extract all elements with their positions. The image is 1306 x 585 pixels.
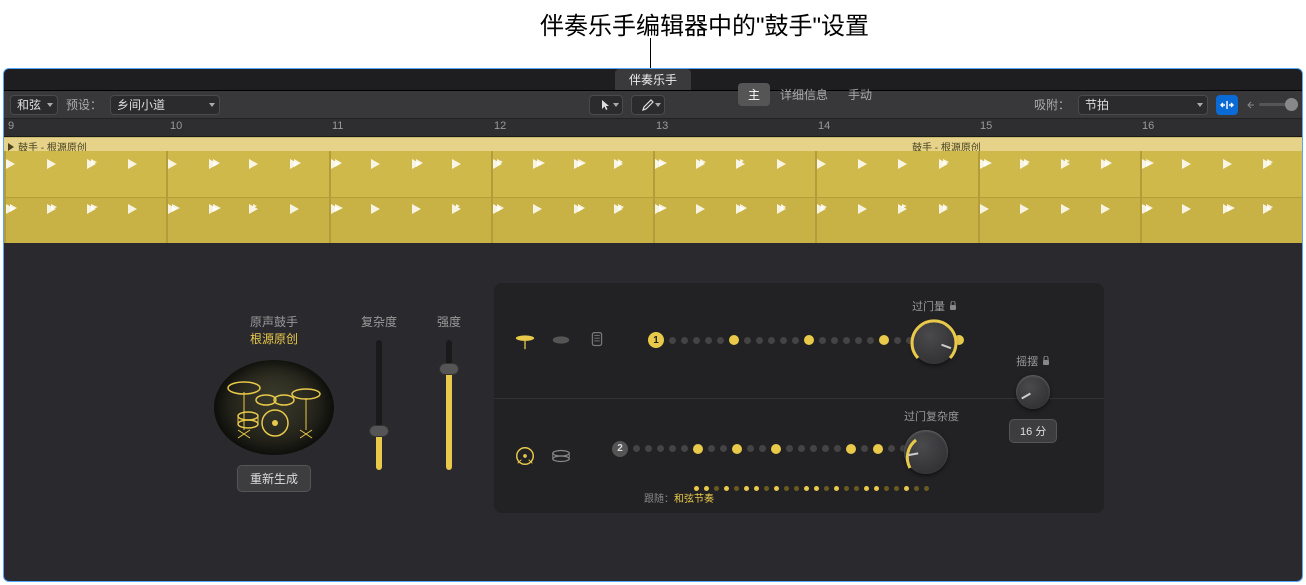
intensity-slider-label: 强度: [437, 313, 461, 330]
knob-arc: [908, 316, 960, 368]
drummer-region-top[interactable]: [4, 151, 1302, 197]
tab-main[interactable]: 主: [738, 83, 770, 106]
ruler-mark: 14: [818, 120, 830, 132]
editor-title-bar: 伴奏乐手: [4, 69, 1302, 91]
kit-section: 原声鼓手 根源原创: [214, 313, 484, 492]
region-play-icon: [8, 143, 14, 151]
complexity-slider-label: 复杂度: [361, 313, 397, 330]
ruler-mark: 9: [8, 120, 14, 132]
chevron-down-icon: [209, 103, 215, 107]
timeline-ruler[interactable]: 9 10 11 12 13 14 15 16: [4, 119, 1302, 137]
knob-indicator: [1021, 393, 1031, 400]
zoom-thumb[interactable]: [1285, 98, 1298, 111]
toolbar: 和弦 预设： 乡间小道 吸附： 节拍: [4, 91, 1302, 119]
zoom-slider[interactable]: [1246, 98, 1296, 112]
pattern-num-1: 1: [648, 332, 664, 348]
snap-select[interactable]: 节拍: [1078, 95, 1208, 115]
editor-tabs: 主 详细信息 手动: [738, 83, 882, 106]
region-header[interactable]: 鼓手 - 根源原创 鼓手 - 根源原创: [4, 137, 1302, 151]
snap-label: 吸附：: [1034, 96, 1070, 113]
catch-playhead-button[interactable]: [1216, 95, 1238, 115]
ruler-mark: 12: [494, 120, 506, 132]
lock-icon[interactable]: [949, 301, 957, 311]
ruler-mark: 13: [656, 120, 668, 132]
follow-value[interactable]: 和弦节奏: [674, 494, 714, 505]
drum-kit-image[interactable]: [214, 355, 334, 455]
preset-select[interactable]: 乡间小道: [110, 95, 220, 115]
ruler-mark: 15: [980, 120, 992, 132]
kit-style-label[interactable]: 根源原创: [250, 330, 298, 347]
kit-type-label: 原声鼓手: [250, 313, 298, 330]
shaker-icon[interactable]: [550, 329, 572, 351]
ruler-mark: 11: [332, 120, 343, 132]
tab-details[interactable]: 详细信息: [770, 83, 838, 106]
pattern-num-2: 2: [612, 441, 628, 457]
tab-manual[interactable]: 手动: [838, 83, 882, 106]
knob-area: 过门量 过门复杂度 摇摆: [904, 298, 1104, 508]
kick-icon[interactable]: [514, 445, 536, 467]
knob-arc: [900, 426, 952, 478]
zoom-track: [1259, 103, 1296, 106]
follow-label-row: 跟随：和弦节奏: [644, 490, 714, 505]
intensity-slider[interactable]: [446, 340, 452, 470]
slider-thumb[interactable]: [439, 363, 459, 375]
lock-icon[interactable]: [1042, 356, 1050, 366]
regenerate-button[interactable]: 重新生成: [237, 465, 311, 492]
zoom-left-icon: [1246, 100, 1256, 110]
app-window: 伴奏乐手 和弦 预设： 乡间小道 吸附： 节拍: [3, 68, 1303, 582]
swing-value-button[interactable]: 16 分: [1009, 419, 1057, 443]
fill-amount-label: 过门量: [912, 298, 945, 314]
ride-icon[interactable]: [586, 329, 608, 351]
drummer-region-bottom[interactable]: [4, 197, 1302, 243]
chevron-down-icon: [655, 103, 661, 107]
pointer-icon: [600, 99, 612, 111]
pencil-tool[interactable]: [631, 95, 665, 115]
hihat-icon[interactable]: [514, 329, 536, 351]
fill-complexity-label: 过门复杂度: [904, 408, 959, 424]
pattern-dots-2b[interactable]: [694, 486, 929, 491]
catch-icon: [1220, 99, 1234, 111]
pointer-tool[interactable]: [589, 95, 623, 115]
preset-label: 预设：: [66, 96, 102, 113]
ruler-mark: 16: [1142, 120, 1154, 132]
snap-value: 节拍: [1085, 96, 1109, 113]
follow-label: 跟随：: [644, 494, 674, 505]
drum-kit-icon: [222, 370, 326, 450]
preset-value: 乡间小道: [117, 96, 165, 113]
callout-label: 伴奏乐手编辑器中的"鼓手"设置: [540, 6, 869, 41]
chevron-down-icon: [1197, 103, 1203, 107]
slider-fill: [446, 369, 452, 470]
chord-mode-label: 和弦: [17, 96, 41, 113]
callout-line: [650, 38, 651, 70]
fill-complexity-knob[interactable]: [904, 430, 948, 474]
complexity-slider[interactable]: [376, 340, 382, 470]
swing-label: 摇摆: [1016, 353, 1038, 369]
slider-thumb[interactable]: [369, 425, 389, 437]
fill-amount-knob[interactable]: [912, 320, 956, 364]
ruler-mark: 10: [170, 120, 182, 132]
snare-icon[interactable]: [550, 445, 572, 467]
editor-tab-label[interactable]: 伴奏乐手: [615, 69, 691, 90]
chevron-down-icon: [47, 103, 53, 107]
chord-mode-select[interactable]: 和弦: [10, 95, 58, 115]
editor-body: 原声鼓手 根源原创: [4, 243, 1302, 512]
pattern-dots-2[interactable]: 2: [612, 441, 931, 457]
pencil-icon: [641, 98, 655, 112]
swing-knob[interactable]: [1016, 375, 1050, 409]
chevron-down-icon: [613, 103, 619, 107]
